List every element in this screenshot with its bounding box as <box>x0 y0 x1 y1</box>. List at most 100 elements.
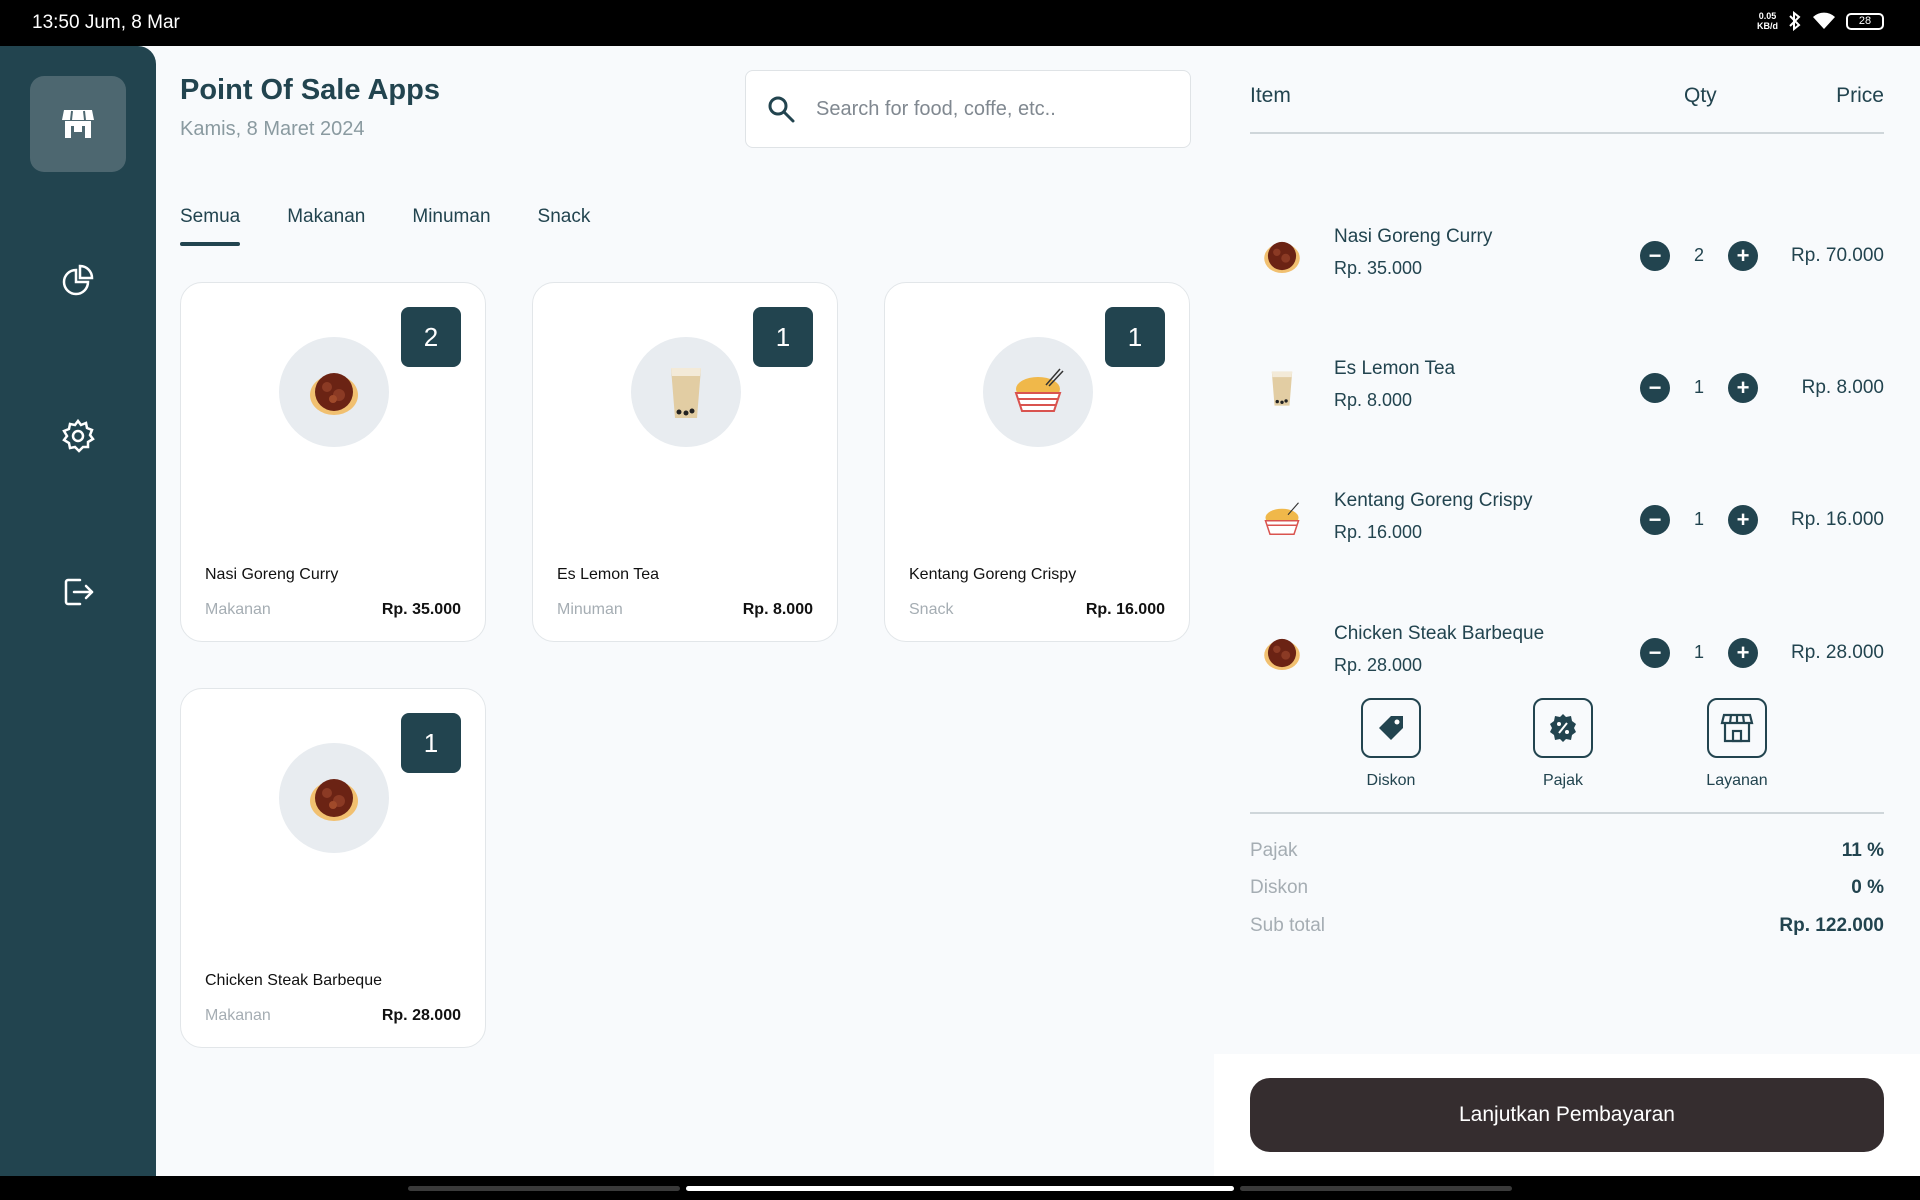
product-name: Nasi Goreng Curry <box>205 566 339 583</box>
order-item-total: Rp. 16.000 <box>1791 509 1884 530</box>
order-item-name: Es Lemon Tea <box>1334 358 1456 379</box>
wifi-icon <box>1813 12 1835 29</box>
product-price: Rp. 28.000 <box>381 1007 461 1024</box>
product-card[interactable]: 1 Es Lemon Tea Minuman Rp. 8.000 <box>532 282 838 642</box>
curry-bowl-icon <box>1264 241 1300 274</box>
status-icons: 0.05 KB/d 28 <box>1757 11 1884 31</box>
battery-icon: 28 <box>1846 12 1884 30</box>
tax-label: Pajak <box>1542 772 1584 789</box>
order-item-unit-price: Rp. 28.000 <box>1334 655 1423 675</box>
order-item-qty: 1 <box>1693 377 1704 397</box>
sidebar-item-store[interactable] <box>30 76 126 172</box>
order-row: Nasi Goreng Curry Rp. 35.000 − 2 + Rp. 7… <box>1250 216 1884 296</box>
order-row: Kentang Goreng Crispy Rp. 16.000 − 1 + R… <box>1250 480 1884 560</box>
tab-minuman[interactable]: Minuman <box>412 206 490 246</box>
product-card[interactable]: 1 Chicken Steak Barbeque Makanan Rp. 28.… <box>180 688 486 1048</box>
order-item-qty: 2 <box>1693 245 1704 265</box>
quantity-badge: 1 <box>753 307 813 367</box>
order-item-total: Rp. 70.000 <box>1791 245 1884 266</box>
curry-bowl-icon <box>310 779 358 821</box>
category-tabs: Semua Makanan Minuman Snack <box>180 206 637 246</box>
sidebar-item-settings[interactable] <box>30 388 126 484</box>
milk-tea-icon <box>671 368 701 418</box>
product-card[interactable]: 2 Nasi Goreng Curry Makanan Rp. 35.000 <box>180 282 486 642</box>
page-title: Point Of Sale Apps <box>180 74 440 106</box>
summary-divider <box>1250 812 1884 814</box>
tax-button[interactable]: Pajak <box>1503 698 1623 790</box>
order-row: Chicken Steak Barbeque Rp. 28.000 − 1 + … <box>1250 613 1884 693</box>
header-qty: Qty <box>1684 84 1717 107</box>
store-icon <box>1720 713 1754 743</box>
store-icon <box>62 110 94 138</box>
pos-app: Point Of Sale Apps Kamis, 8 Maret 2024 S… <box>0 46 1920 1176</box>
increase-qty-button[interactable]: + <box>1728 505 1758 535</box>
tax-box <box>1533 698 1593 758</box>
product-name: Es Lemon Tea <box>557 566 659 583</box>
sidebar-item-logout[interactable] <box>30 544 126 640</box>
product-image <box>279 743 389 853</box>
order-header: Item Qty Price <box>1250 84 1884 134</box>
service-button[interactable]: Layanan <box>1677 698 1797 790</box>
order-item-name: Nasi Goreng Curry <box>1334 226 1493 247</box>
discount-button[interactable]: Diskon <box>1331 698 1451 790</box>
milk-tea-icon <box>1271 371 1293 406</box>
tab-snack[interactable]: Snack <box>538 206 591 246</box>
service-box <box>1707 698 1767 758</box>
search-bar[interactable] <box>745 70 1191 148</box>
order-item-image <box>1260 498 1304 542</box>
increase-qty-button[interactable]: + <box>1728 638 1758 668</box>
quantity-badge: 1 <box>401 713 461 773</box>
system-nav-bar <box>0 1176 1920 1200</box>
product-name: Chicken Steak Barbeque <box>205 972 382 989</box>
continue-payment-button[interactable]: Lanjutkan Pembayaran <box>1250 1078 1884 1152</box>
order-item-name: Chicken Steak Barbeque <box>1334 623 1545 644</box>
header-price: Price <box>1836 84 1884 107</box>
sidebar-item-reports[interactable] <box>30 232 126 328</box>
tax-summary-value: 11 % <box>1841 840 1884 861</box>
increase-qty-button[interactable]: + <box>1728 373 1758 403</box>
nav-home-handle[interactable] <box>686 1186 1234 1191</box>
subtotal-label: Sub total <box>1250 915 1325 936</box>
discount-summary-label: Diskon <box>1250 877 1309 898</box>
product-category: Makanan <box>205 1007 271 1024</box>
decrease-qty-button[interactable]: − <box>1640 373 1670 403</box>
product-price: Rp. 16.000 <box>1085 601 1165 618</box>
order-item-image <box>1260 234 1304 278</box>
curry-bowl-icon <box>310 373 358 415</box>
subtotal-value: Rp. 122.000 <box>1779 915 1884 936</box>
product-image <box>631 337 741 447</box>
nav-handle-right <box>1240 1186 1512 1191</box>
header-item: Item <box>1250 84 1291 107</box>
gear-icon <box>62 418 95 453</box>
order-item-unit-price: Rp. 35.000 <box>1334 258 1423 278</box>
order-item-qty: 1 <box>1693 509 1704 529</box>
product-card[interactable]: 1 Kentang Goreng Crispy Snack Rp. 16.000 <box>884 282 1190 642</box>
decrease-qty-button[interactable]: − <box>1640 638 1670 668</box>
fries-icon <box>1014 368 1064 412</box>
sidebar <box>0 46 156 1176</box>
order-item-image <box>1260 631 1304 675</box>
discount-summary-value: 0 % <box>1851 877 1884 898</box>
network-speed-unit: KB/d <box>1757 21 1778 31</box>
product-image <box>279 337 389 447</box>
discount-label: Diskon <box>1366 772 1416 789</box>
tab-semua[interactable]: Semua <box>180 206 241 246</box>
search-input[interactable] <box>816 97 1156 121</box>
increase-qty-button[interactable]: + <box>1728 241 1758 271</box>
order-item-image <box>1260 366 1304 410</box>
status-time: 13:50 Jum, 8 Mar <box>32 12 180 33</box>
battery-level: 28 <box>1858 15 1872 27</box>
fries-icon <box>1264 502 1300 535</box>
decrease-qty-button[interactable]: − <box>1640 505 1670 535</box>
discount-box <box>1361 698 1421 758</box>
order-item-total: Rp. 28.000 <box>1791 642 1884 663</box>
logout-icon <box>64 578 94 606</box>
decrease-qty-button[interactable]: − <box>1640 241 1670 271</box>
product-image <box>983 337 1093 447</box>
percent-badge-icon <box>1550 714 1576 742</box>
order-item-qty: 1 <box>1693 642 1704 662</box>
tab-makanan[interactable]: Makanan <box>287 206 365 246</box>
product-category: Minuman <box>557 601 623 618</box>
order-footer: Lanjutkan Pembayaran <box>1214 1054 1920 1176</box>
order-item-total: Rp. 8.000 <box>1801 377 1884 398</box>
